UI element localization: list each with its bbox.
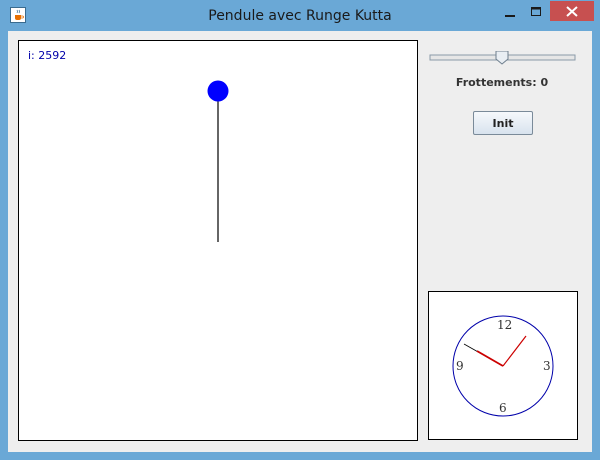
clock-numeral-12: 12 xyxy=(497,318,512,332)
minimize-icon xyxy=(505,15,515,17)
title-bar[interactable]: Pendule avec Runge Kutta xyxy=(0,0,600,32)
analog-clock: 12 3 6 9 xyxy=(452,315,554,417)
clock-numeral-9: 9 xyxy=(456,359,464,373)
clock-minute-hand xyxy=(502,335,527,367)
init-button[interactable]: Init xyxy=(473,111,533,135)
friction-slider[interactable] xyxy=(429,51,577,65)
pendulum-bob xyxy=(207,80,229,102)
close-button[interactable] xyxy=(550,1,594,21)
clock-numeral-6: 6 xyxy=(499,401,507,415)
friction-label: Frottements: 0 xyxy=(455,76,549,89)
pendulum-drawing xyxy=(207,80,229,242)
client-area: i: 2592 Frottements: 0 Init 12 3 6 9 xyxy=(8,31,592,452)
slider-thumb xyxy=(495,51,509,65)
app-window: Pendule avec Runge Kutta i: 2592 Frottem… xyxy=(0,0,600,460)
close-icon xyxy=(566,6,578,17)
clock-panel: 12 3 6 9 xyxy=(428,291,578,440)
minimize-button[interactable] xyxy=(496,2,524,22)
simulation-canvas[interactable]: i: 2592 xyxy=(18,40,418,441)
maximize-button[interactable] xyxy=(522,2,550,22)
maximize-icon xyxy=(531,7,541,16)
clock-numeral-3: 3 xyxy=(543,359,551,373)
clock-hour-hand xyxy=(476,350,504,367)
